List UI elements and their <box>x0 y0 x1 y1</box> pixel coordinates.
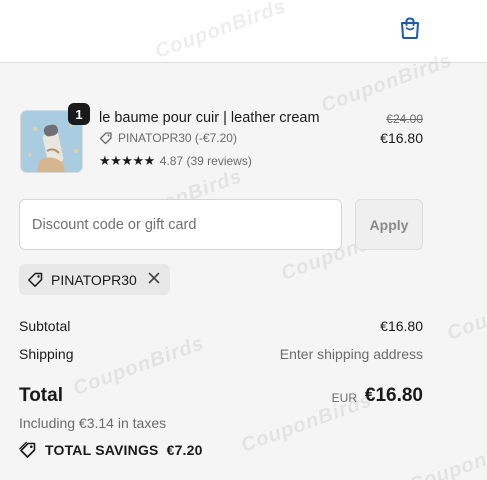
watermark: CouponBirds <box>444 277 487 345</box>
applied-code-text: PINATOPR30 <box>51 271 137 288</box>
item-price: €16.80 <box>380 130 423 146</box>
total-value: €16.80 <box>364 385 423 406</box>
shipping-label: Shipping <box>19 346 74 362</box>
original-price: €24.00 <box>386 112 423 126</box>
savings-tag-icon <box>19 441 36 458</box>
applied-discount-chip: PINATOPR30 <box>19 264 170 295</box>
tax-note: Including €3.14 in taxes <box>19 415 167 431</box>
checkout-summary: CouponBirds CouponBirds CouponBirds Coup… <box>0 0 487 480</box>
shopping-bag-icon[interactable] <box>399 16 421 40</box>
savings-value: €7.20 <box>166 442 203 458</box>
savings-label: TOTAL SAVINGS <box>45 442 159 458</box>
item-discount-text: PINATOPR30 (-€7.20) <box>118 131 237 145</box>
quantity-badge: 1 <box>68 103 90 125</box>
header <box>0 0 487 63</box>
apply-button[interactable]: Apply <box>355 199 423 250</box>
subtotal-value: €16.80 <box>380 318 423 334</box>
discount-code-input[interactable] <box>19 199 342 250</box>
close-icon[interactable] <box>148 271 160 289</box>
watermark: CouponBirds <box>70 332 208 400</box>
item-discount: PINATOPR30 (-€7.20) <box>99 131 237 145</box>
product-rating: ★★★★★ 4.87 (39 reviews) <box>99 153 252 169</box>
currency-code: EUR <box>331 391 357 405</box>
shipping-value: Enter shipping address <box>279 346 423 362</box>
total-label: Total <box>19 385 63 406</box>
rating-text: 4.87 (39 reviews) <box>159 154 252 168</box>
tag-icon <box>28 272 43 287</box>
star-rating-icon: ★★★★★ <box>99 153 155 168</box>
subtotal-label: Subtotal <box>19 318 71 334</box>
tag-icon <box>99 132 112 145</box>
product-name: le baume pour cuir | leather cream <box>99 110 320 126</box>
watermark: CouponBirds <box>406 429 487 480</box>
total-savings: TOTAL SAVINGS €7.20 <box>19 441 203 459</box>
